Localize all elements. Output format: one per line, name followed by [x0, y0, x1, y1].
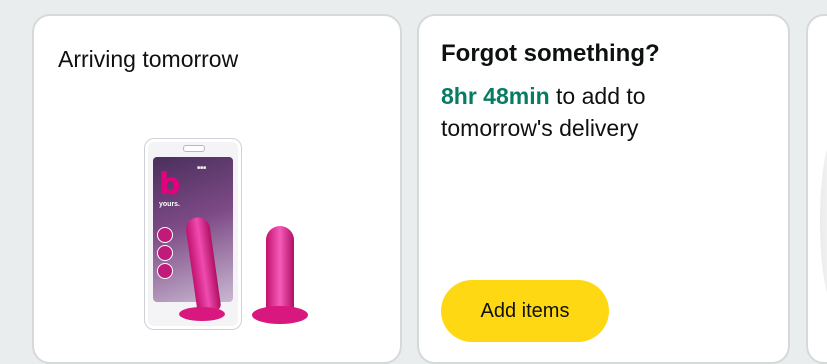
brand-logo-text: yours. [159, 201, 181, 208]
brand-logo: b [159, 167, 181, 202]
product-item [266, 226, 294, 316]
blister-pack: b yours. ■■■ [144, 138, 242, 330]
package-label: ■■■ [197, 165, 207, 171]
product-base-in-package [179, 307, 225, 321]
arriving-tomorrow-card[interactable]: Arriving tomorrow b yours. ■■■ [32, 14, 402, 364]
add-items-button[interactable]: Add items [441, 280, 609, 342]
package-insert: b yours. ■■■ [153, 157, 233, 321]
next-card-partial[interactable] [806, 14, 827, 364]
countdown-timer: 8hr 48min [441, 83, 550, 109]
product-in-package [184, 215, 222, 314]
forgot-title: Forgot something? [441, 40, 660, 67]
feature-badge [157, 263, 173, 279]
feature-badge [157, 245, 173, 261]
forgot-something-card: Forgot something? 8hr 48min to add to to… [417, 14, 790, 364]
carousel-next-shadow [820, 136, 827, 306]
hang-hole [183, 145, 205, 152]
feature-badge [157, 227, 173, 243]
product-image[interactable]: b yours. ■■■ [134, 134, 324, 339]
product-item-base [252, 306, 308, 324]
arriving-title: Arriving tomorrow [58, 46, 239, 72]
delivery-message: 8hr 48min to add to tomorrow's delivery [441, 80, 761, 144]
